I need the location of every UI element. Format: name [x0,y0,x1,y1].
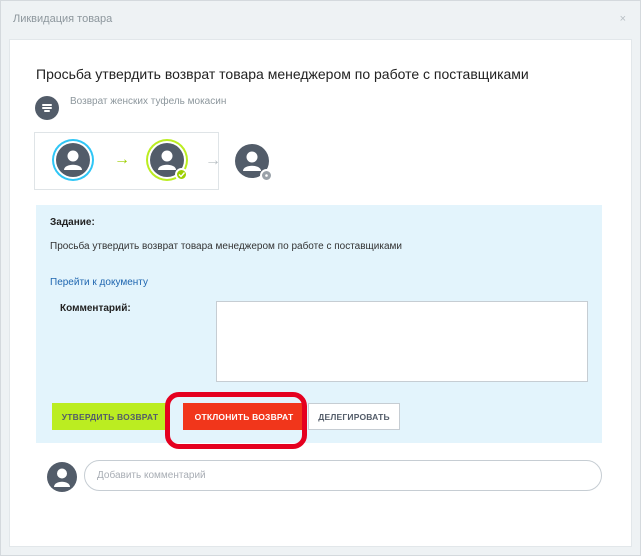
pending-badge-icon [260,169,273,182]
task-dialog: Ликвидация товара × Просьба утвердить во… [0,0,641,556]
go-to-document-link[interactable]: Перейти к документу [50,277,148,288]
comment-textarea[interactable] [216,301,588,382]
task-subtitle: Возврат женских туфель мокасин [70,96,227,107]
arrow-right-icon: → [114,151,130,168]
add-comment-input[interactable] [84,460,602,491]
task-label: Задание: [50,217,95,228]
approve-return-button[interactable]: УТВЕРДИТЬ ВОЗВРАТ [52,403,168,430]
dialog-title: Ликвидация товара [13,13,113,25]
dialog-titlebar: Ликвидация товара × [1,1,640,37]
task-card: Просьба утвердить возврат товара менедже… [9,39,632,547]
user-avatar-icon[interactable] [150,143,188,181]
list-icon [35,96,59,120]
user-avatar-icon [47,462,77,492]
arrow-right-icon: → [205,152,221,169]
user-avatar-icon[interactable] [56,143,90,177]
annotation-highlight [165,392,307,449]
approval-workflow: → [34,132,219,190]
delegate-button[interactable]: ДЕЛЕГИРОВАТЬ [308,403,400,430]
user-avatar-icon[interactable] [235,144,273,182]
comment-label: Комментарий: [60,303,131,314]
task-heading: Просьба утвердить возврат товара менедже… [36,66,529,82]
task-panel: Задание: Просьба утвердить возврат товар… [36,205,602,443]
close-icon[interactable]: × [620,13,626,25]
task-text: Просьба утвердить возврат товара менедже… [50,241,402,252]
check-badge-icon [175,168,188,181]
